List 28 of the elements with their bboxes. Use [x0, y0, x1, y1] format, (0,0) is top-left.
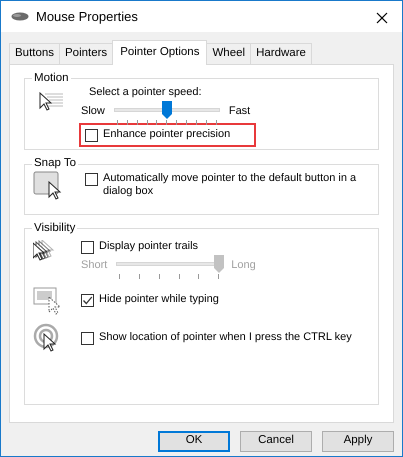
- dialog-button[interactable]: OK: [158, 430, 230, 452]
- group-title: Visibility: [33, 222, 76, 234]
- slider-thumb[interactable]: [162, 101, 172, 120]
- group-title: Motion: [33, 72, 70, 84]
- checkbox[interactable]: [81, 294, 94, 308]
- group-title: Snap To: [33, 158, 77, 170]
- tab[interactable]: Pointer Options: [112, 40, 208, 65]
- checkbox-label: Automatically move pointer to the default button in a dialog box: [103, 172, 358, 198]
- checkbox[interactable]: [81, 332, 94, 346]
- checkbox-label: Enhance pointer precision: [103, 128, 230, 142]
- dialog-button[interactable]: Cancel: [240, 430, 312, 452]
- tab[interactable]: Hardware: [250, 43, 312, 64]
- speed-label: Select a pointer speed:: [89, 86, 203, 100]
- mouse-icon: [11, 12, 29, 21]
- checkbox[interactable]: [85, 172, 98, 186]
- checkbox-label: Display pointer trails: [99, 240, 198, 254]
- checkbox[interactable]: [81, 241, 94, 254]
- checkbox[interactable]: [85, 129, 98, 142]
- slow-label: Slow: [81, 105, 105, 119]
- tab[interactable]: Buttons: [9, 43, 60, 64]
- fast-label: Fast: [228, 105, 250, 119]
- checkbox-label: Hide pointer while typing: [99, 293, 219, 307]
- close-icon: [376, 12, 388, 24]
- window-title: Mouse Properties: [36, 8, 139, 24]
- checkbox-label: Show location of pointer when I press the CTRL key: [99, 331, 352, 345]
- dialog-button[interactable]: Apply: [322, 430, 394, 452]
- long-label: Long: [231, 259, 256, 273]
- short-label: Short: [81, 259, 108, 273]
